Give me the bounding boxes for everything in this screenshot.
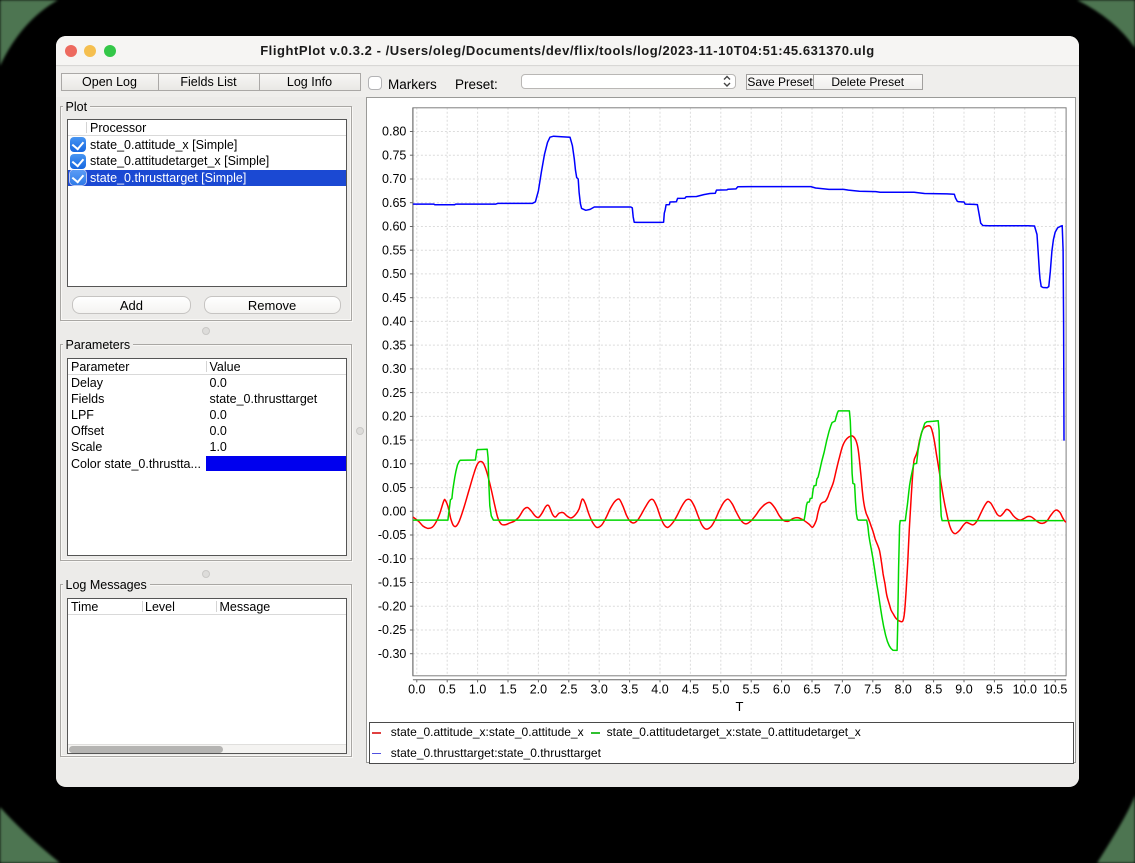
svg-text:-0.20: -0.20 <box>377 600 406 614</box>
svg-text:-0.15: -0.15 <box>377 576 406 590</box>
svg-text:-0.05: -0.05 <box>377 528 406 542</box>
svg-text:0.00: 0.00 <box>382 505 406 519</box>
svg-text:4.0: 4.0 <box>651 682 668 696</box>
svg-text:0.05: 0.05 <box>382 481 406 495</box>
svg-text:0.40: 0.40 <box>382 315 406 329</box>
svg-text:0.15: 0.15 <box>382 433 406 447</box>
svg-text:2.0: 2.0 <box>529 682 546 696</box>
svg-text:10.5: 10.5 <box>1043 682 1067 696</box>
svg-text:-0.30: -0.30 <box>377 647 406 661</box>
svg-text:0.10: 0.10 <box>382 457 406 471</box>
svg-text:1.5: 1.5 <box>499 682 516 696</box>
svg-text:7.5: 7.5 <box>864 682 881 696</box>
svg-text:8.5: 8.5 <box>924 682 941 696</box>
svg-text:T: T <box>735 699 743 714</box>
svg-text:0.80: 0.80 <box>382 125 406 139</box>
svg-text:0.75: 0.75 <box>382 148 406 162</box>
svg-text:0.50: 0.50 <box>382 267 406 281</box>
svg-text:5.5: 5.5 <box>742 682 759 696</box>
svg-text:6.5: 6.5 <box>803 682 820 696</box>
svg-text:4.5: 4.5 <box>681 682 698 696</box>
svg-text:8.0: 8.0 <box>894 682 911 696</box>
svg-text:7.0: 7.0 <box>833 682 850 696</box>
svg-text:0.45: 0.45 <box>382 291 406 305</box>
svg-text:0.5: 0.5 <box>438 682 455 696</box>
svg-text:9.0: 9.0 <box>955 682 972 696</box>
svg-text:0.20: 0.20 <box>382 410 406 424</box>
svg-text:2.5: 2.5 <box>560 682 577 696</box>
svg-text:0.35: 0.35 <box>382 338 406 352</box>
svg-text:0.55: 0.55 <box>382 243 406 257</box>
svg-text:5.0: 5.0 <box>712 682 729 696</box>
svg-text:0.25: 0.25 <box>382 386 406 400</box>
svg-text:6.0: 6.0 <box>772 682 789 696</box>
svg-text:3.0: 3.0 <box>590 682 607 696</box>
svg-text:0.70: 0.70 <box>382 172 406 186</box>
svg-text:1.0: 1.0 <box>468 682 485 696</box>
svg-text:-0.10: -0.10 <box>377 552 406 566</box>
svg-text:0.60: 0.60 <box>382 220 406 234</box>
svg-text:0.0: 0.0 <box>408 682 425 696</box>
svg-text:9.5: 9.5 <box>985 682 1002 696</box>
svg-text:0.30: 0.30 <box>382 362 406 376</box>
svg-text:-0.25: -0.25 <box>377 623 406 637</box>
svg-text:3.5: 3.5 <box>620 682 637 696</box>
svg-text:0.65: 0.65 <box>382 196 406 210</box>
svg-text:10.0: 10.0 <box>1012 682 1036 696</box>
